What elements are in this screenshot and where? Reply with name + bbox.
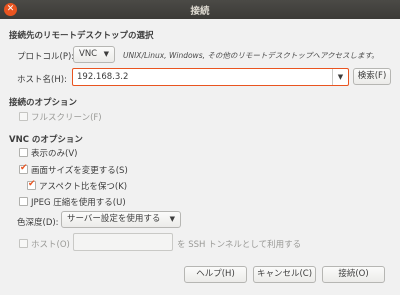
- title-bar: ✕ 接続: [0, 0, 400, 19]
- search-button[interactable]: 検索(F): [353, 68, 391, 85]
- protocol-label: プロトコル(P):: [17, 52, 75, 62]
- view-only-label: 表示のみ(V): [31, 149, 78, 159]
- host-value: 192.168.3.2: [77, 72, 129, 82]
- help-button[interactable]: ヘルプ(H): [184, 266, 247, 283]
- dialog-content: 接続先のリモートデスクトップの選択 プロトコル(P): VNC ▼ UNIX/L…: [0, 19, 400, 295]
- color-depth-value: サーバー設定を使用する: [67, 214, 161, 224]
- jpeg-checkbox[interactable]: [19, 197, 28, 206]
- vnc-options-heading: VNC のオプション: [9, 135, 83, 145]
- aspect-ratio-label: アスペクト比を保つ(K): [39, 182, 128, 192]
- chevron-down-icon[interactable]: ▼: [332, 69, 348, 85]
- color-depth-combo[interactable]: サーバー設定を使用する ▼: [61, 211, 181, 228]
- aspect-ratio-checkbox[interactable]: [27, 179, 36, 190]
- ssh-tunnel-label: を SSH トンネルとして利用する: [177, 240, 302, 250]
- chevron-down-icon: ▼: [103, 50, 109, 58]
- cancel-button[interactable]: キャンセル(C): [253, 266, 316, 283]
- resize-checkbox[interactable]: [19, 163, 28, 174]
- ssh-host-label: ホスト(O): [31, 240, 70, 250]
- protocol-description: UNIX/Linux, Windows, その他のリモートデスクトップへアクセス…: [123, 51, 379, 60]
- view-only-checkbox[interactable]: [19, 148, 28, 157]
- connection-options-heading: 接続のオプション: [9, 98, 78, 108]
- resize-label: 画面サイズを変更する(S): [31, 166, 128, 176]
- protocol-combo[interactable]: VNC ▼: [73, 46, 115, 63]
- connection-heading: 接続先のリモートデスクトップの選択: [9, 31, 154, 41]
- ssh-host-input[interactable]: [73, 233, 173, 251]
- jpeg-label: JPEG 圧縮を使用する(U): [31, 198, 126, 208]
- fullscreen-label: フルスクリーン(F): [31, 113, 102, 123]
- protocol-value: VNC: [79, 49, 98, 59]
- window-title: 接続: [190, 6, 210, 17]
- connect-button[interactable]: 接続(O): [322, 266, 385, 283]
- host-label: ホスト名(H):: [17, 75, 67, 85]
- fullscreen-checkbox[interactable]: [19, 112, 28, 121]
- color-depth-label: 色深度(D):: [17, 218, 59, 228]
- ssh-host-checkbox[interactable]: [19, 239, 28, 248]
- host-input[interactable]: 192.168.3.2 ▼: [72, 68, 349, 86]
- chevron-down-icon: ▼: [169, 215, 175, 223]
